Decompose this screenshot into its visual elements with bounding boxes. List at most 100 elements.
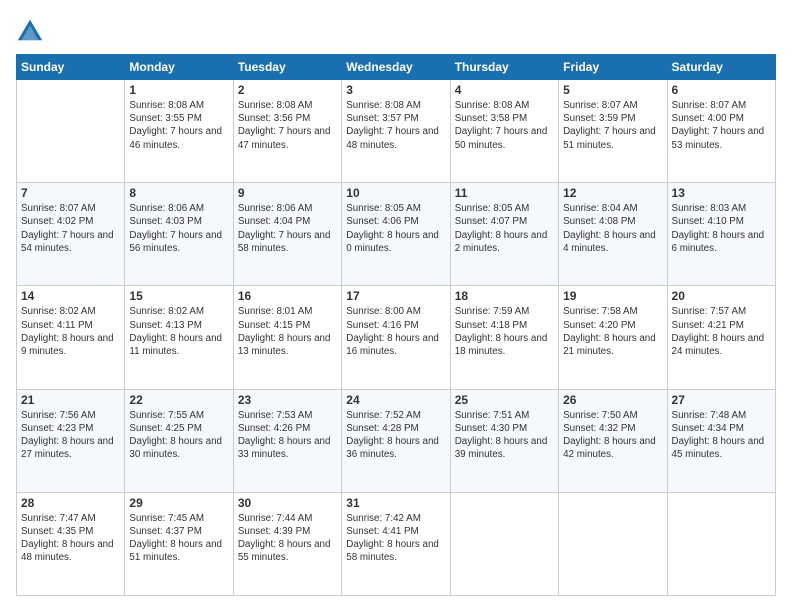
calendar-cell: 1 Sunrise: 8:08 AMSunset: 3:55 PMDaylight…	[125, 80, 233, 183]
day-info: Sunrise: 8:02 AMSunset: 4:11 PMDaylight:…	[21, 305, 120, 358]
day-info: Sunrise: 7:59 AMSunset: 4:18 PMDaylight:…	[455, 305, 554, 358]
day-number: 30	[238, 496, 337, 510]
day-info: Sunrise: 8:00 AMSunset: 4:16 PMDaylight:…	[346, 305, 445, 358]
day-info: Sunrise: 8:08 AMSunset: 3:55 PMDaylight:…	[129, 99, 228, 152]
day-info: Sunrise: 8:06 AMSunset: 4:04 PMDaylight:…	[238, 202, 337, 255]
calendar-cell: 26Sunrise: 7:50 AMSunset: 4:32 PMDayligh…	[559, 389, 667, 492]
week-row-3: 14 Sunrise: 8:02 AMSunset: 4:11 PMDayligh…	[17, 286, 776, 389]
calendar-cell: 8 Sunrise: 8:06 AMSunset: 4:03 PMDaylight…	[125, 183, 233, 286]
week-row-4: 21 Sunrise: 7:56 AMSunset: 4:23 PMDayligh…	[17, 389, 776, 492]
calendar-cell: 12 Sunrise: 8:04 AMSunset: 4:08 PMDayligh…	[559, 183, 667, 286]
day-info: Sunrise: 8:07 AMSunset: 3:59 PMDaylight:…	[563, 99, 662, 152]
weekday-header-saturday: Saturday	[667, 55, 775, 80]
day-number: 31	[346, 496, 445, 510]
day-info: Sunrise: 7:48 AMSunset: 4:34 PMDaylight:…	[672, 409, 771, 462]
day-info: Sunrise: 8:08 AMSunset: 3:57 PMDaylight:…	[346, 99, 445, 152]
day-info: Sunrise: 8:04 AMSunset: 4:08 PMDaylight:…	[563, 202, 662, 255]
calendar-cell	[450, 492, 558, 595]
day-info: Sunrise: 7:45 AMSunset: 4:37 PMDaylight:…	[129, 512, 228, 565]
calendar-cell: 29 Sunrise: 7:45 AMSunset: 4:37 PMDayligh…	[125, 492, 233, 595]
calendar-cell: 19 Sunrise: 7:58 AMSunset: 4:20 PMDayligh…	[559, 286, 667, 389]
day-number: 14	[21, 289, 120, 303]
day-number: 5	[563, 83, 662, 97]
header	[16, 16, 776, 44]
day-number: 8	[129, 186, 228, 200]
day-number: 16	[238, 289, 337, 303]
weekday-header-sunday: Sunday	[17, 55, 125, 80]
day-info: Sunrise: 8:02 AMSunset: 4:13 PMDaylight:…	[129, 305, 228, 358]
calendar-table: SundayMondayTuesdayWednesdayThursdayFrid…	[16, 54, 776, 596]
page: SundayMondayTuesdayWednesdayThursdayFrid…	[0, 0, 792, 612]
day-info: Sunrise: 8:07 AMSunset: 4:02 PMDaylight:…	[21, 202, 120, 255]
calendar-cell: 13Sunrise: 8:03 AMSunset: 4:10 PMDayligh…	[667, 183, 775, 286]
day-number: 20	[672, 289, 771, 303]
day-number: 22	[129, 393, 228, 407]
day-number: 25	[455, 393, 554, 407]
day-number: 10	[346, 186, 445, 200]
calendar-cell: 18 Sunrise: 7:59 AMSunset: 4:18 PMDayligh…	[450, 286, 558, 389]
day-info: Sunrise: 7:51 AMSunset: 4:30 PMDaylight:…	[455, 409, 554, 462]
calendar-cell: 31Sunrise: 7:42 AMSunset: 4:41 PMDayligh…	[342, 492, 450, 595]
day-info: Sunrise: 8:03 AMSunset: 4:10 PMDaylight:…	[672, 202, 771, 255]
calendar-cell: 20 Sunrise: 7:57 AMSunset: 4:21 PMDayligh…	[667, 286, 775, 389]
day-info: Sunrise: 8:08 AMSunset: 3:56 PMDaylight:…	[238, 99, 337, 152]
day-number: 1	[129, 83, 228, 97]
calendar-cell: 3 Sunrise: 8:08 AMSunset: 3:57 PMDaylight…	[342, 80, 450, 183]
calendar-cell: 22 Sunrise: 7:55 AMSunset: 4:25 PMDayligh…	[125, 389, 233, 492]
day-info: Sunrise: 7:47 AMSunset: 4:35 PMDaylight:…	[21, 512, 120, 565]
calendar-cell: 14 Sunrise: 8:02 AMSunset: 4:11 PMDayligh…	[17, 286, 125, 389]
day-info: Sunrise: 7:44 AMSunset: 4:39 PMDaylight:…	[238, 512, 337, 565]
weekday-header-friday: Friday	[559, 55, 667, 80]
day-number: 7	[21, 186, 120, 200]
calendar-cell: 30 Sunrise: 7:44 AMSunset: 4:39 PMDayligh…	[233, 492, 341, 595]
day-number: 15	[129, 289, 228, 303]
day-number: 9	[238, 186, 337, 200]
day-number: 12	[563, 186, 662, 200]
logo	[16, 16, 46, 44]
day-info: Sunrise: 7:56 AMSunset: 4:23 PMDaylight:…	[21, 409, 120, 462]
day-info: Sunrise: 8:08 AMSunset: 3:58 PMDaylight:…	[455, 99, 554, 152]
calendar-cell: 4 Sunrise: 8:08 AMSunset: 3:58 PMDaylight…	[450, 80, 558, 183]
calendar-cell: 10 Sunrise: 8:05 AMSunset: 4:06 PMDayligh…	[342, 183, 450, 286]
day-info: Sunrise: 8:05 AMSunset: 4:06 PMDaylight:…	[346, 202, 445, 255]
week-row-1: 1 Sunrise: 8:08 AMSunset: 3:55 PMDaylight…	[17, 80, 776, 183]
calendar-cell	[559, 492, 667, 595]
day-number: 29	[129, 496, 228, 510]
calendar-cell: 28 Sunrise: 7:47 AMSunset: 4:35 PMDayligh…	[17, 492, 125, 595]
calendar-cell: 15 Sunrise: 8:02 AMSunset: 4:13 PMDayligh…	[125, 286, 233, 389]
day-info: Sunrise: 8:05 AMSunset: 4:07 PMDaylight:…	[455, 202, 554, 255]
day-info: Sunrise: 7:52 AMSunset: 4:28 PMDaylight:…	[346, 409, 445, 462]
day-number: 18	[455, 289, 554, 303]
calendar-cell: 11 Sunrise: 8:05 AMSunset: 4:07 PMDayligh…	[450, 183, 558, 286]
week-row-2: 7 Sunrise: 8:07 AMSunset: 4:02 PMDaylight…	[17, 183, 776, 286]
day-info: Sunrise: 8:07 AMSunset: 4:00 PMDaylight:…	[672, 99, 771, 152]
day-number: 26	[563, 393, 662, 407]
logo-icon	[16, 16, 44, 44]
calendar-cell: 21 Sunrise: 7:56 AMSunset: 4:23 PMDayligh…	[17, 389, 125, 492]
day-number: 4	[455, 83, 554, 97]
day-number: 21	[21, 393, 120, 407]
day-info: Sunrise: 7:58 AMSunset: 4:20 PMDaylight:…	[563, 305, 662, 358]
calendar-cell: 7 Sunrise: 8:07 AMSunset: 4:02 PMDaylight…	[17, 183, 125, 286]
calendar-cell: 24Sunrise: 7:52 AMSunset: 4:28 PMDayligh…	[342, 389, 450, 492]
day-info: Sunrise: 7:53 AMSunset: 4:26 PMDaylight:…	[238, 409, 337, 462]
day-number: 17	[346, 289, 445, 303]
calendar-cell: 23Sunrise: 7:53 AMSunset: 4:26 PMDayligh…	[233, 389, 341, 492]
weekday-header-tuesday: Tuesday	[233, 55, 341, 80]
weekday-header-row: SundayMondayTuesdayWednesdayThursdayFrid…	[17, 55, 776, 80]
calendar-cell: 2 Sunrise: 8:08 AMSunset: 3:56 PMDaylight…	[233, 80, 341, 183]
day-number: 3	[346, 83, 445, 97]
calendar-cell: 17 Sunrise: 8:00 AMSunset: 4:16 PMDayligh…	[342, 286, 450, 389]
calendar-cell: 5 Sunrise: 8:07 AMSunset: 3:59 PMDaylight…	[559, 80, 667, 183]
day-number: 19	[563, 289, 662, 303]
day-number: 28	[21, 496, 120, 510]
calendar-cell: 16 Sunrise: 8:01 AMSunset: 4:15 PMDayligh…	[233, 286, 341, 389]
day-info: Sunrise: 7:57 AMSunset: 4:21 PMDaylight:…	[672, 305, 771, 358]
day-info: Sunrise: 8:06 AMSunset: 4:03 PMDaylight:…	[129, 202, 228, 255]
day-number: 2	[238, 83, 337, 97]
weekday-header-thursday: Thursday	[450, 55, 558, 80]
day-number: 11	[455, 186, 554, 200]
day-info: Sunrise: 8:01 AMSunset: 4:15 PMDaylight:…	[238, 305, 337, 358]
weekday-header-monday: Monday	[125, 55, 233, 80]
day-info: Sunrise: 7:55 AMSunset: 4:25 PMDaylight:…	[129, 409, 228, 462]
